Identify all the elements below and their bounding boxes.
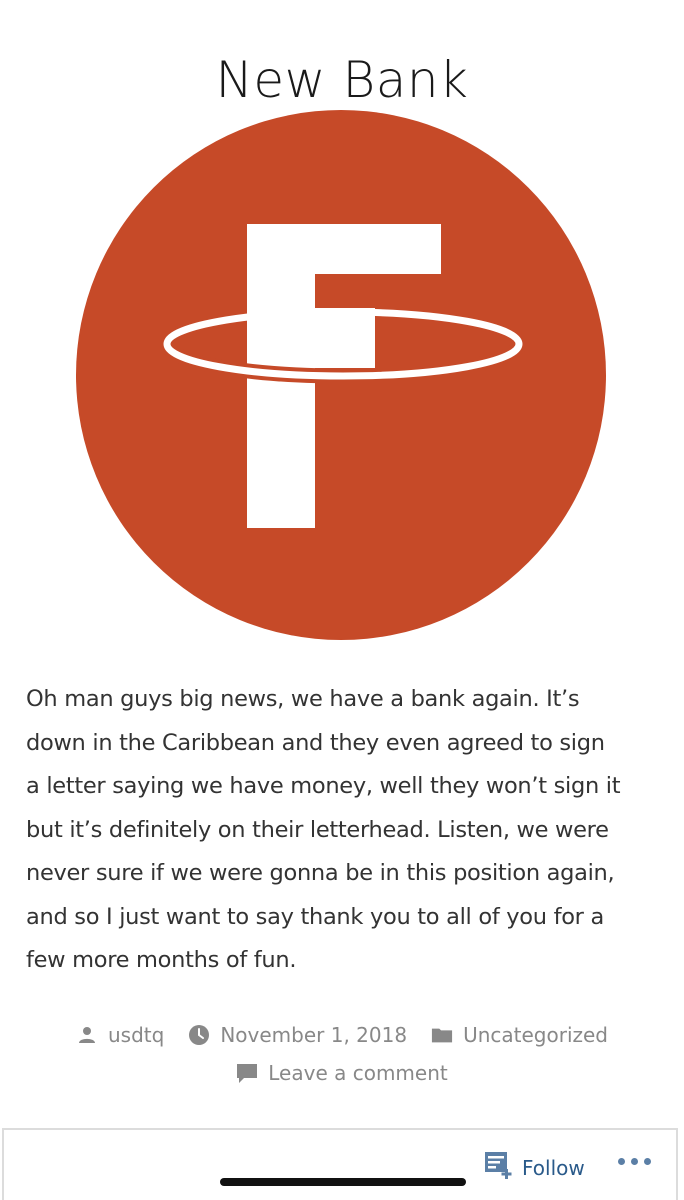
author-name: usdtq xyxy=(108,1023,165,1047)
follow-bar: Follow xyxy=(2,1128,678,1200)
author-link[interactable]: usdtq xyxy=(76,1023,164,1047)
home-indicator[interactable] xyxy=(220,1178,466,1186)
post-content: Oh man guys big news, we have a bank aga… xyxy=(26,678,666,983)
ellipsis-icon xyxy=(644,1158,651,1165)
folder-icon xyxy=(431,1024,453,1046)
post-title: New Bank xyxy=(215,50,469,109)
post-content-line: a letter saying we have money, well they… xyxy=(26,773,621,799)
speech-bubble-icon xyxy=(236,1062,258,1084)
post-date-link[interactable]: November 1, 2018 xyxy=(188,1023,407,1047)
more-options-button[interactable] xyxy=(618,1158,651,1165)
post-meta-row: usdtq November 1, 2018 Uncategorized xyxy=(0,1018,684,1052)
blog-post-page: New Bank Oh man guys big news, we have a… xyxy=(0,0,684,1200)
post-meta-row: Leave a comment xyxy=(0,1056,684,1090)
post-date: November 1, 2018 xyxy=(220,1023,408,1047)
leave-comment-link[interactable]: Leave a comment xyxy=(236,1061,448,1085)
category-name: Uncategorized xyxy=(463,1023,608,1047)
post-content-line: but it’s definitely on their letterhead.… xyxy=(26,816,609,843)
follow-button[interactable]: Follow xyxy=(484,1150,585,1185)
leave-comment-label: Leave a comment xyxy=(268,1061,448,1085)
tether-f-logo-icon xyxy=(76,110,606,640)
post-meta: usdtq November 1, 2018 Uncategorized Lea… xyxy=(0,1018,684,1090)
post-content-line: down in the Caribbean and they even agre… xyxy=(26,729,605,756)
featured-image xyxy=(76,110,606,640)
ellipsis-icon xyxy=(631,1158,638,1165)
reader-follow-icon xyxy=(484,1150,514,1185)
ellipsis-icon xyxy=(618,1158,625,1165)
category-link[interactable]: Uncategorized xyxy=(431,1023,608,1047)
post-content-line: Oh man guys big news, we have a bank aga… xyxy=(26,686,580,712)
person-icon xyxy=(76,1024,98,1046)
follow-label: Follow xyxy=(522,1155,585,1180)
post-content-line: never sure if we were gonna be in this p… xyxy=(26,860,615,886)
post-content-line: few more months of fun. xyxy=(26,947,297,973)
clock-icon xyxy=(188,1024,210,1046)
post-content-line: and so I just want to say thank you to a… xyxy=(26,903,604,930)
